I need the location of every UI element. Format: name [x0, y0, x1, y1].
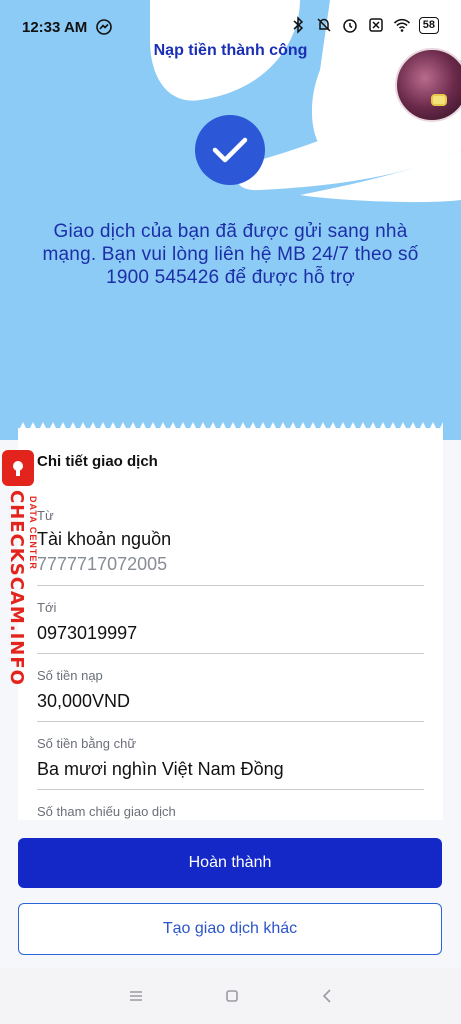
home-icon[interactable]	[224, 988, 240, 1004]
system-nav-bar	[0, 968, 461, 1024]
chat-head-avatar[interactable]	[395, 48, 461, 122]
status-time: 12:33 AM	[22, 18, 88, 36]
success-message: Giao dịch của bạn đã được gửi sang nhà m…	[42, 221, 419, 288]
bluetooth-icon	[293, 16, 303, 34]
to-value: 0973019997	[37, 623, 138, 643]
amount-label: Số tiền nạp	[37, 668, 103, 683]
success-check-icon	[195, 115, 265, 185]
watermark-subtext: DATA CENTER	[28, 496, 38, 570]
menu-icon[interactable]	[128, 989, 144, 1003]
from-label: Từ	[37, 508, 54, 523]
from-value: Tài khoản nguồn	[37, 529, 172, 549]
new-transaction-button[interactable]: Tạo giao dịch khác	[18, 903, 442, 955]
transaction-details-card: Chi tiết giao dịch Từ Tài khoản nguồn 77…	[18, 428, 443, 820]
battery-icon: 58	[418, 16, 439, 34]
bell-off-icon	[317, 18, 331, 32]
to-label: Tới	[37, 600, 57, 615]
checkmark-icon	[212, 137, 248, 163]
watermark-text: CHECKSCAM.INFO	[6, 490, 27, 686]
avatar-badge	[431, 94, 447, 106]
amount-words-label: Số tiền bằng chữ	[37, 736, 137, 751]
done-button[interactable]: Hoàn thành	[18, 838, 442, 888]
lock-icon	[2, 450, 34, 486]
from-account: 7777717072005	[37, 554, 168, 574]
field-to: Tới 0973019997	[37, 600, 424, 654]
details-title: Chi tiết giao dịch	[37, 453, 158, 470]
field-amount-words: Số tiền bằng chữ Ba mươi nghìn Việt Nam …	[37, 736, 424, 790]
wifi-icon	[393, 18, 410, 32]
alarm-icon	[343, 19, 357, 33]
checkscam-watermark: CHECKSCAM.INFO DATA CENTER	[2, 450, 48, 686]
field-reference: Số tham chiếu giao dịch	[37, 804, 424, 820]
screen: 12:33 AM 58 Nạp tiền thành công Giao dịc…	[0, 0, 461, 1024]
messenger-icon	[96, 19, 113, 35]
field-from: Từ Tài khoản nguồn 7777717072005	[37, 508, 424, 586]
sim-off-icon	[369, 18, 383, 32]
field-amount: Số tiền nạp 30,000VND	[37, 668, 424, 722]
amount-value: 30,000VND	[37, 691, 131, 711]
amount-words-value: Ba mươi nghìn Việt Nam Đồng	[37, 759, 284, 779]
reference-label: Số tham chiếu giao dịch	[37, 804, 176, 819]
page-title: Nạp tiền thành công	[153, 42, 308, 59]
back-icon[interactable]	[320, 988, 334, 1004]
